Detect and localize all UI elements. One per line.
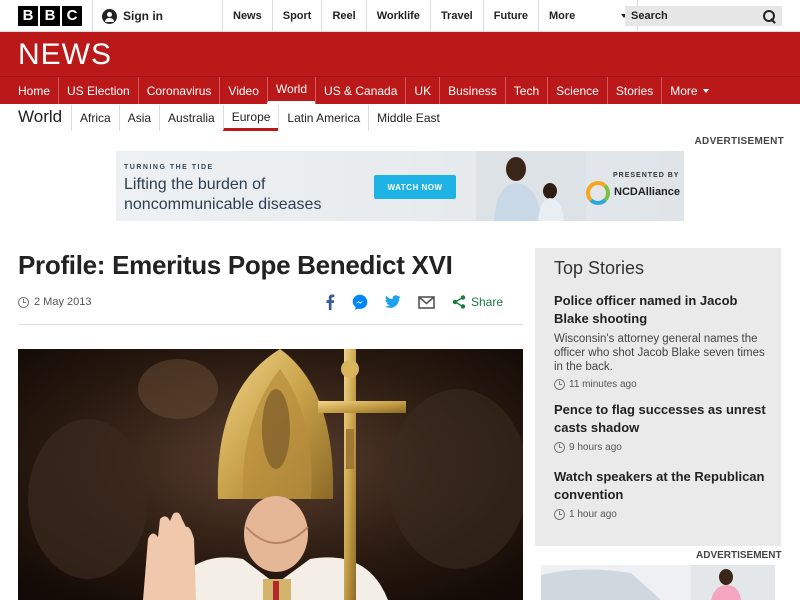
chevron-down-icon [702, 88, 709, 93]
top-story-time-text: 1 hour ago [569, 509, 617, 520]
section-nav-europe[interactable]: Europe [222, 105, 279, 131]
advert-people-image [476, 151, 586, 221]
sign-in-link[interactable]: Sign in [102, 0, 163, 32]
bbc-logo[interactable]: B B C [18, 6, 82, 26]
pope-photo [18, 349, 523, 600]
top-story-item: Watch speakers at the Republican convent… [554, 468, 769, 520]
sign-in-label: Sign in [123, 9, 163, 23]
global-header: B B C Sign in News Sport Reel Worklife T… [0, 0, 800, 32]
nav-home[interactable]: Home [10, 77, 58, 104]
nav-business[interactable]: Business [439, 77, 505, 104]
nav-tech[interactable]: Tech [504, 77, 547, 104]
header-divider [92, 0, 93, 32]
advert-presented-by: PRESENTED BY [613, 172, 680, 179]
global-nav-more-label: More [548, 10, 576, 22]
nav-us-election[interactable]: US Election [58, 77, 138, 104]
section-nav-asia[interactable]: Asia [118, 105, 159, 131]
global-nav: News Sport Reel Worklife Travel Future M… [222, 0, 638, 32]
section-nav-latin-america[interactable]: Latin America [278, 105, 368, 131]
news-banner: NEWS [0, 32, 800, 76]
sidebar-advert[interactable] [541, 565, 775, 600]
top-story-time: 9 hours ago [554, 442, 769, 453]
advert-headline-line2: noncommunicable diseases [124, 196, 322, 213]
nav-more-label: More [670, 83, 698, 98]
section-nav-middle-east[interactable]: Middle East [368, 105, 448, 131]
article-date: 2 May 2013 [18, 296, 91, 308]
share-icon[interactable] [452, 295, 466, 309]
top-story-headline[interactable]: Police officer named in Jacob Blake shoo… [554, 293, 738, 326]
nav-stories[interactable]: Stories [606, 77, 661, 104]
advert-brand: NCDAlliance [614, 186, 681, 198]
news-logo[interactable]: NEWS [18, 38, 112, 72]
logo-letter-b2: B [40, 6, 60, 26]
search-placeholder: Search [631, 10, 668, 22]
top-story-item: Police officer named in Jacob Blake shoo… [554, 292, 769, 390]
top-story-item: Pence to flag successes as unrest casts … [554, 401, 769, 453]
article-hero-image[interactable] [18, 349, 523, 600]
nav-more-button[interactable]: More [661, 77, 716, 104]
top-story-headline[interactable]: Pence to flag successes as unrest casts … [554, 402, 766, 435]
global-nav-more-button[interactable]: More [537, 0, 638, 32]
nav-world[interactable]: World [266, 77, 316, 104]
section-title[interactable]: World [18, 107, 62, 127]
sidebar-advertisement-label: ADVERTISEMENT [696, 550, 782, 561]
global-nav-future[interactable]: Future [482, 0, 538, 32]
top-story-summary: Wisconsin's attorney general names the o… [554, 333, 765, 373]
search-icon[interactable] [763, 9, 776, 23]
global-nav-worklife[interactable]: Worklife [365, 0, 430, 32]
advert-banner[interactable]: TURNING THE TIDE Lifting the burden of n… [116, 151, 684, 221]
twitter-icon[interactable] [385, 295, 401, 309]
top-story-time: 1 hour ago [554, 509, 769, 520]
section-nav-australia[interactable]: Australia [159, 105, 223, 131]
clock-icon [554, 379, 565, 390]
user-icon [102, 8, 117, 24]
nav-video[interactable]: Video [219, 77, 266, 104]
share-tools: Share [325, 294, 503, 310]
global-nav-reel[interactable]: Reel [321, 0, 365, 32]
advertisement-label: ADVERTISEMENT [694, 136, 784, 147]
clock-icon [554, 509, 565, 520]
global-nav-sport[interactable]: Sport [271, 0, 322, 32]
global-nav-news[interactable]: News [222, 0, 272, 32]
email-icon[interactable] [418, 295, 435, 309]
clock-icon [18, 296, 29, 308]
top-stories-panel: Top Stories Police officer named in Jaco… [535, 248, 781, 546]
advert-kicker: TURNING THE TIDE [124, 164, 214, 171]
nav-science[interactable]: Science [547, 77, 607, 104]
top-story-time-text: 11 minutes ago [569, 379, 637, 390]
logo-letter-c: C [62, 6, 82, 26]
article-headline: Profile: Emeritus Pope Benedict XVI [18, 250, 453, 280]
article-divider [18, 324, 523, 325]
share-button[interactable]: Share [471, 295, 503, 309]
ncd-alliance-logo-icon [586, 181, 610, 205]
facebook-icon[interactable] [325, 294, 335, 310]
advert-headline-line1: Lifting the burden of [124, 176, 266, 193]
sidebar-advert-image [541, 565, 775, 600]
section-nav-africa[interactable]: Africa [71, 105, 119, 131]
article-date-text: 2 May 2013 [34, 296, 92, 308]
nav-us-canada[interactable]: US & Canada [315, 77, 405, 104]
global-nav-travel[interactable]: Travel [429, 0, 483, 32]
section-nav: World Africa Asia Australia Europe Latin… [0, 104, 800, 132]
top-stories-title: Top Stories [554, 258, 645, 278]
nav-coronavirus[interactable]: Coronavirus [137, 77, 220, 104]
messenger-icon[interactable] [352, 294, 368, 310]
top-story-headline[interactable]: Watch speakers at the Republican convent… [554, 469, 764, 502]
watch-now-button[interactable]: WATCH NOW [374, 175, 456, 199]
search-input[interactable]: Search [625, 6, 782, 26]
logo-letter-b1: B [18, 6, 38, 26]
advert-headline: Lifting the burden of noncommunicable di… [124, 175, 321, 215]
top-story-time: 11 minutes ago [554, 379, 769, 390]
nav-uk[interactable]: UK [405, 77, 439, 104]
top-story-time-text: 9 hours ago [569, 442, 622, 453]
clock-icon [554, 442, 565, 453]
main-nav: Home US Election Coronavirus Video World… [0, 76, 800, 104]
